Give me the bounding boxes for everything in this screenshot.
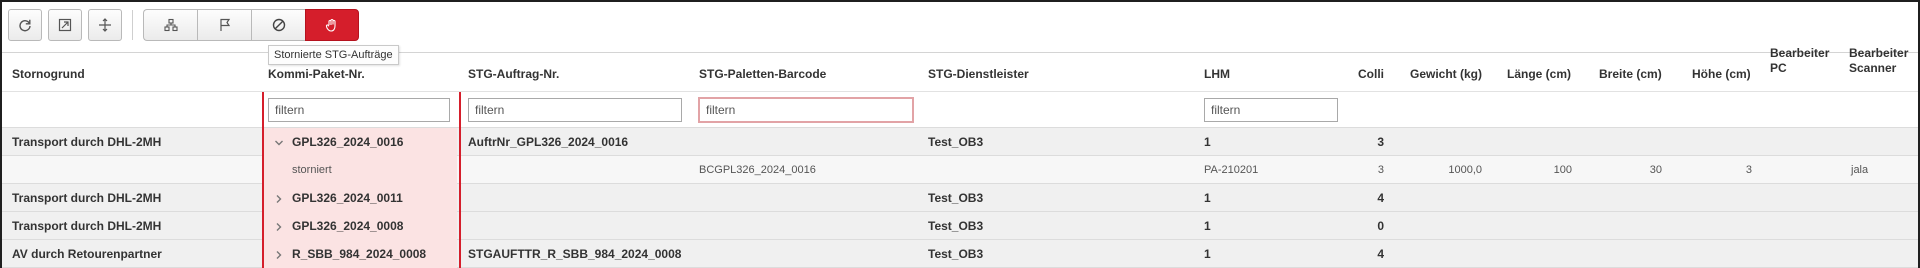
cell-stornogrund: Transport durch DHL-2MH xyxy=(12,219,162,233)
flag-icon xyxy=(219,18,230,31)
cell-colli: 3 xyxy=(1377,164,1384,176)
chevron-right-icon[interactable] xyxy=(273,184,285,212)
column-header-hoehe[interactable]: Höhe (cm) xyxy=(1692,67,1751,82)
column-header-lhm[interactable]: LHM xyxy=(1204,67,1230,82)
lhm-filter-input[interactable] xyxy=(1204,98,1338,122)
detail-row[interactable]: storniert BCGPL326_2024_0016 PA-210201 3 100… xyxy=(2,156,1918,184)
column-header-kommi[interactable]: Kommi-Paket-Nr. xyxy=(268,67,365,82)
cell-lhm: PA-210201 xyxy=(1204,164,1259,176)
move-icon xyxy=(99,18,111,32)
cell-colli: 0 xyxy=(1377,219,1384,233)
cell-lhm: 1 xyxy=(1204,135,1211,149)
cell-lhm: 1 xyxy=(1204,219,1211,233)
column-header-auftrag[interactable]: STG-Auftrag-Nr. xyxy=(468,67,559,82)
cell-gewicht: 1000,0 xyxy=(1448,164,1482,176)
chevron-down-icon[interactable] xyxy=(273,128,285,156)
cell-kommi: storniert xyxy=(292,164,332,176)
column-header-colli[interactable]: Colli xyxy=(1358,67,1384,82)
chevron-right-icon[interactable] xyxy=(273,240,285,268)
cell-colli: 4 xyxy=(1377,191,1384,205)
flag-button[interactable] xyxy=(197,9,251,41)
cell-dienstleister: Test_OB3 xyxy=(928,135,984,149)
tooltip: Stornierte STG-Aufträge xyxy=(268,45,399,65)
cell-kommi: GPL326_2024_0011 xyxy=(292,191,403,205)
cell-dienstleister: Test_OB3 xyxy=(928,247,984,261)
column-header-breite[interactable]: Breite (cm) xyxy=(1599,67,1662,82)
group-row[interactable]: Transport durch DHL-2MH GPL326_2024_0008 T… xyxy=(2,212,1918,240)
cell-kommi: GPL326_2024_0008 xyxy=(292,219,404,233)
cell-dienstleister: Test_OB3 xyxy=(928,219,984,233)
refresh-button[interactable] xyxy=(8,9,42,41)
toolbar-separator xyxy=(132,10,133,40)
group-row[interactable]: AV durch Retourenpartner R_SBB_984_2024_0… xyxy=(2,240,1918,268)
move-button[interactable] xyxy=(88,9,122,41)
cell-colli: 3 xyxy=(1377,135,1384,149)
kommi-filter-input[interactable] xyxy=(268,98,450,122)
cell-bearbeiter_scanner: jala xyxy=(1851,164,1869,176)
filter-button-group xyxy=(143,9,359,41)
column-header-barcode[interactable]: STG-Paletten-Barcode xyxy=(699,67,826,82)
column-header-stornogrund[interactable]: Stornogrund xyxy=(12,67,85,82)
hierarchy-button[interactable] xyxy=(143,9,197,41)
expand-button[interactable] xyxy=(48,9,82,41)
auftrag-filter-input[interactable] xyxy=(468,98,682,122)
cell-kommi: GPL326_2024_0016 xyxy=(292,135,404,149)
column-header-dienstleister[interactable]: STG-Dienstleister xyxy=(928,67,1029,82)
cell-barcode: BCGPL326_2024_0016 xyxy=(699,164,816,176)
cancel-button[interactable] xyxy=(251,9,305,41)
cell-lhm: 1 xyxy=(1204,191,1211,205)
toolbar xyxy=(8,9,359,41)
cancel-icon xyxy=(272,18,285,32)
expand-icon xyxy=(58,18,72,32)
filter-row xyxy=(2,92,1918,128)
chevron-right-icon[interactable] xyxy=(273,212,285,240)
column-header-laenge[interactable]: Länge (cm) xyxy=(1507,67,1571,82)
cell-auftrag: AuftrNr_GPL326_2024_0016 xyxy=(468,135,629,149)
column-header-bearbeiter-scanner[interactable]: Bearbeiter Scanner xyxy=(1849,46,1913,76)
group-row[interactable]: Transport durch DHL-2MH GPL326_2024_0016 A… xyxy=(2,128,1918,156)
cell-auftrag: STGAUFTTR_R_SBB_984_2024_0008 xyxy=(468,247,682,261)
barcode-filter-input[interactable] xyxy=(698,97,914,123)
column-header-gewicht[interactable]: Gewicht (kg) xyxy=(1410,67,1482,82)
hand-icon xyxy=(325,18,336,32)
cell-lhm: 1 xyxy=(1204,247,1211,261)
column-header-bearbeiter-pc[interactable]: Bearbeiter PC xyxy=(1770,46,1832,76)
cell-stornogrund: AV durch Retourenpartner xyxy=(12,247,162,261)
cell-kommi: R_SBB_984_2024_0008 xyxy=(292,247,427,261)
cell-dienstleister: Test_OB3 xyxy=(928,191,984,205)
cell-stornogrund: Transport durch DHL-2MH xyxy=(12,135,162,149)
cell-hoehe: 3 xyxy=(1745,164,1752,176)
hierarchy-icon xyxy=(163,18,178,32)
stornierte-auftraege-button[interactable] xyxy=(305,9,359,41)
cell-stornogrund: Transport durch DHL-2MH xyxy=(12,191,162,205)
cell-laenge: 100 xyxy=(1553,164,1572,176)
cell-colli: 4 xyxy=(1377,247,1384,261)
group-row[interactable]: Transport durch DHL-2MH GPL326_2024_0011 T… xyxy=(2,184,1918,212)
cell-breite: 30 xyxy=(1649,164,1662,176)
refresh-icon xyxy=(19,19,31,32)
